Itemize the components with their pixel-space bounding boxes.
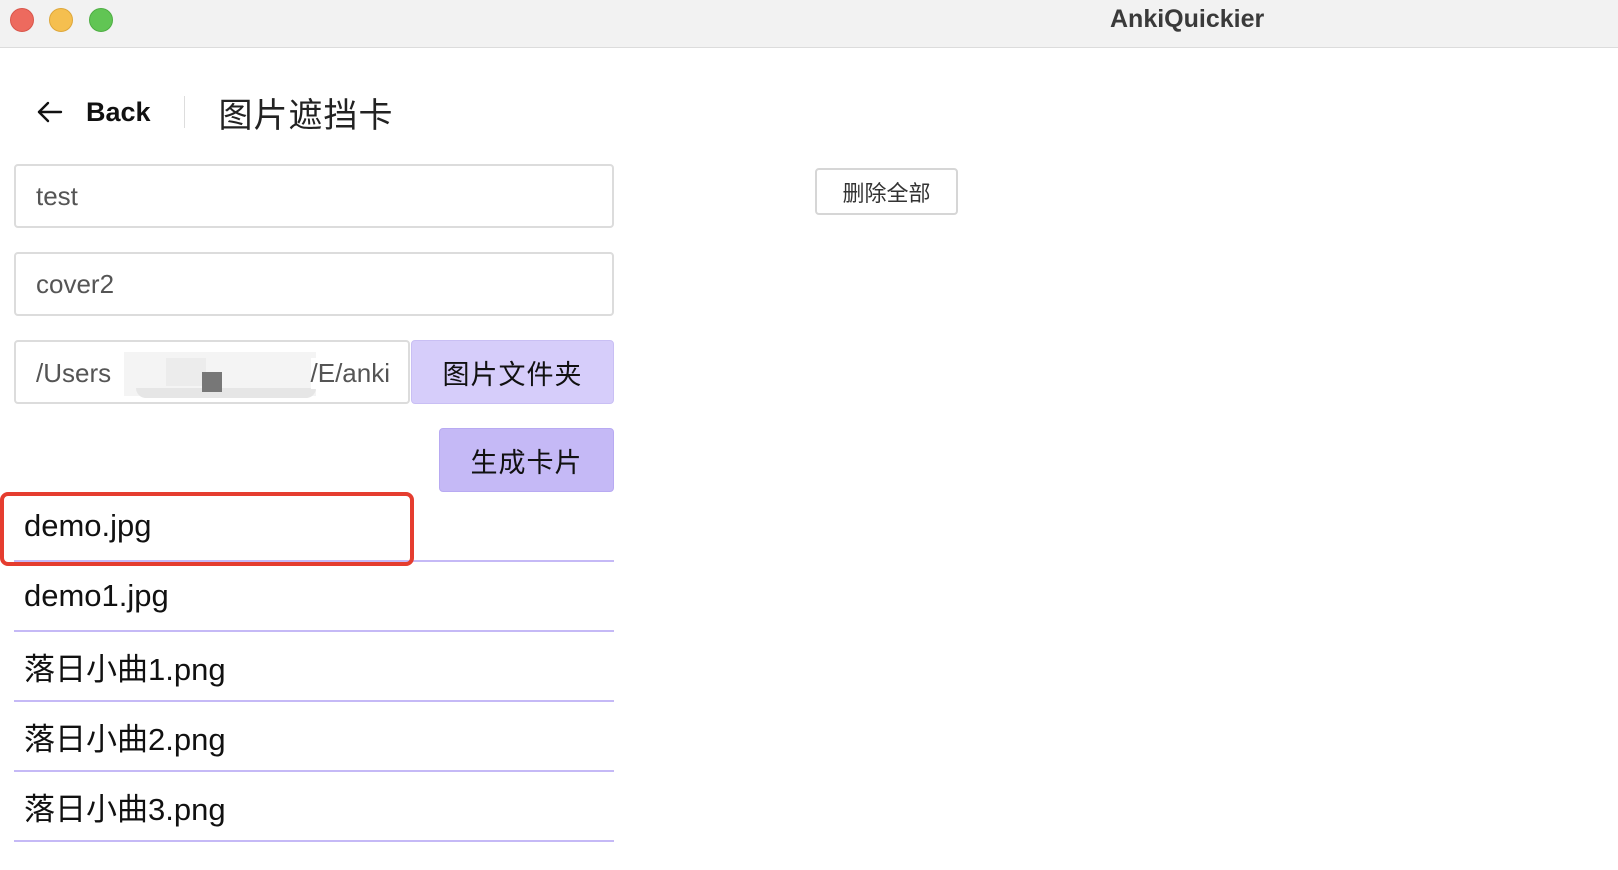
deck-name-input[interactable]	[14, 164, 614, 228]
folder-path-input[interactable]: /Users /E/anki	[14, 340, 410, 404]
title-bar: AnkiQuickier	[0, 0, 1618, 48]
path-end-text: /E/anki	[310, 358, 390, 389]
window-close-button[interactable]	[10, 8, 34, 32]
select-folder-button[interactable]: 图片文件夹	[411, 340, 614, 404]
file-list-item[interactable]: 落日小曲2.png	[14, 702, 614, 772]
redaction-mask	[202, 372, 222, 392]
path-start-text: /Users	[36, 358, 112, 388]
file-list-item[interactable]: 落日小曲3.png	[14, 772, 614, 842]
page-title: 图片遮挡卡	[218, 96, 394, 135]
arrow-left-icon	[37, 101, 63, 123]
file-list-item[interactable]: demo1.jpg	[14, 562, 614, 632]
window-minimize-button[interactable]	[49, 8, 73, 32]
header-divider	[183, 96, 185, 128]
back-label: Back	[86, 96, 151, 127]
file-list-item[interactable]: 落日小曲1.png	[14, 632, 614, 702]
file-list: demo.jpg demo1.jpg 落日小曲1.png 落日小曲2.png 落…	[14, 492, 614, 842]
delete-all-button[interactable]: 删除全部	[815, 168, 958, 215]
back-button[interactable]: Back	[36, 97, 151, 128]
file-list-item[interactable]: demo.jpg	[14, 492, 614, 562]
model-name-input[interactable]	[14, 252, 614, 316]
redaction-mask	[166, 358, 206, 386]
window-maximize-button[interactable]	[89, 8, 113, 32]
window-title: AnkiQuickier	[1110, 5, 1265, 33]
redaction-mask	[136, 388, 316, 398]
page-header: Back 图片遮挡卡	[36, 88, 394, 136]
generate-cards-button[interactable]: 生成卡片	[439, 428, 614, 492]
